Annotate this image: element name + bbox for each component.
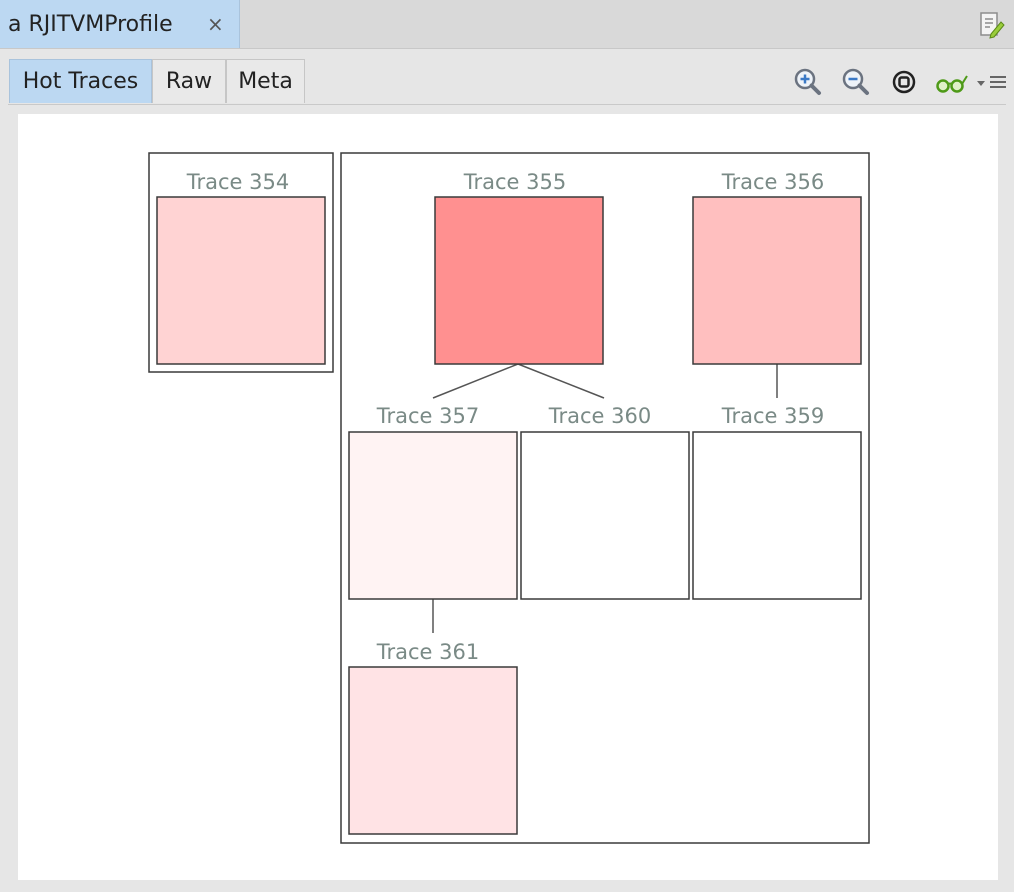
window-tab[interactable]: a RJITVMProfile × xyxy=(0,0,240,48)
trace-diagram: Trace 354 Trace 355 Trace 356 Trace 357 … xyxy=(148,152,870,844)
glasses-icon[interactable] xyxy=(934,66,970,98)
trace-canvas: Trace 354 Trace 355 Trace 356 Trace 357 … xyxy=(18,114,998,880)
trace-label: Trace 359 xyxy=(721,404,824,428)
trace-node-360[interactable] xyxy=(520,431,690,600)
menu-icon xyxy=(990,76,1006,88)
edit-icon[interactable] xyxy=(978,10,1006,40)
trace-node-359[interactable] xyxy=(692,431,862,600)
trace-label: Trace 356 xyxy=(721,170,824,194)
zoom-reset-icon[interactable] xyxy=(888,66,920,98)
tab-divider xyxy=(8,104,1006,105)
window-titlebar: a RJITVMProfile × xyxy=(0,0,1014,49)
edge-355-357 xyxy=(432,363,519,399)
trace-node-356[interactable] xyxy=(692,196,862,365)
trace-label: Trace 361 xyxy=(376,640,479,664)
edge-355-360 xyxy=(517,363,605,399)
zoom-out-icon[interactable] xyxy=(840,66,872,98)
trace-label: Trace 355 xyxy=(463,170,566,194)
window-tab-title: a RJITVMProfile xyxy=(8,11,173,37)
zoom-in-icon[interactable] xyxy=(792,66,824,98)
close-icon[interactable]: × xyxy=(207,12,224,36)
chevron-down-icon xyxy=(977,81,985,86)
trace-label: Trace 360 xyxy=(548,404,651,428)
trace-node-354[interactable] xyxy=(156,196,326,365)
trace-node-357[interactable] xyxy=(348,431,518,600)
tab-meta[interactable]: Meta xyxy=(226,59,305,103)
trace-label: Trace 354 xyxy=(186,170,289,194)
trace-label: Trace 357 xyxy=(376,404,479,428)
tab-hot-traces[interactable]: Hot Traces xyxy=(9,59,152,103)
view-options-menu[interactable] xyxy=(974,66,1010,98)
tab-raw[interactable]: Raw xyxy=(152,59,226,103)
trace-node-361[interactable] xyxy=(348,666,518,835)
trace-node-355[interactable] xyxy=(434,196,604,365)
